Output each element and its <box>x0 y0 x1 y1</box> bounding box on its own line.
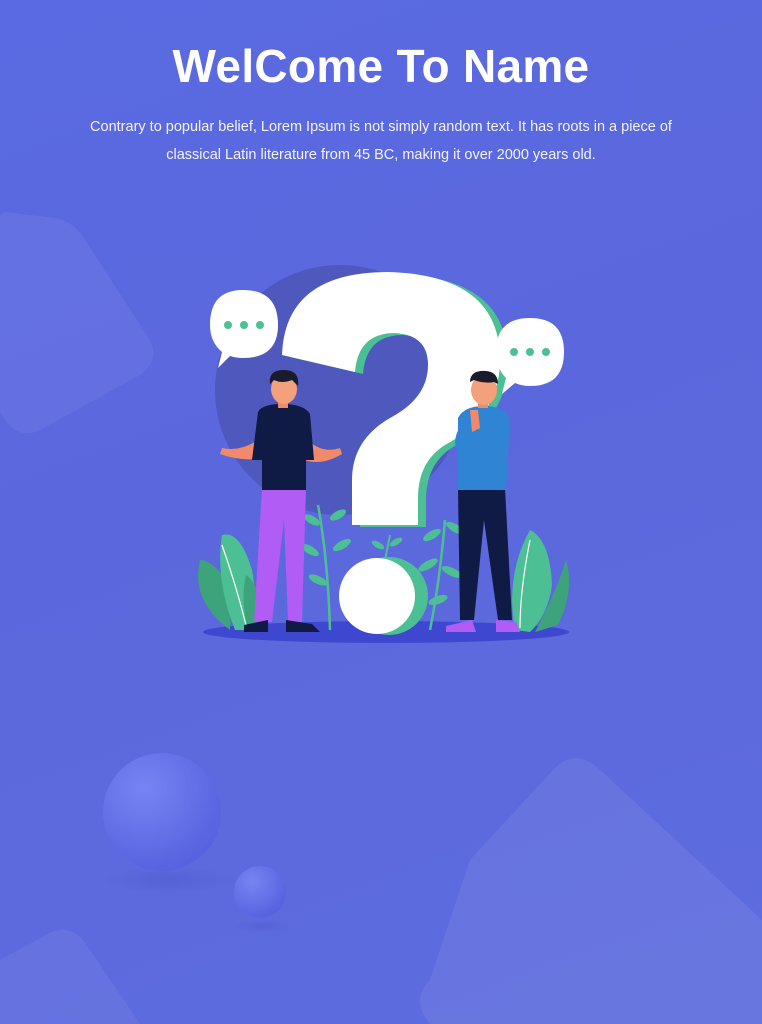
page-title: WelCome To Name <box>172 40 590 92</box>
bg-triangle-left <box>0 929 140 1024</box>
bg-sphere-large <box>103 753 221 871</box>
speech-bubble-right-icon <box>496 318 564 394</box>
bg-sphere-small <box>234 866 286 918</box>
plant-left-icon <box>198 534 262 630</box>
question-mark-people-illustration <box>198 265 570 643</box>
page-subtitle: Contrary to popular belief, Lorem Ipsum … <box>90 119 672 163</box>
plant-right-icon <box>512 530 570 632</box>
bg-rounded-square-left <box>0 212 154 434</box>
bg-triangle-right <box>420 758 762 1024</box>
